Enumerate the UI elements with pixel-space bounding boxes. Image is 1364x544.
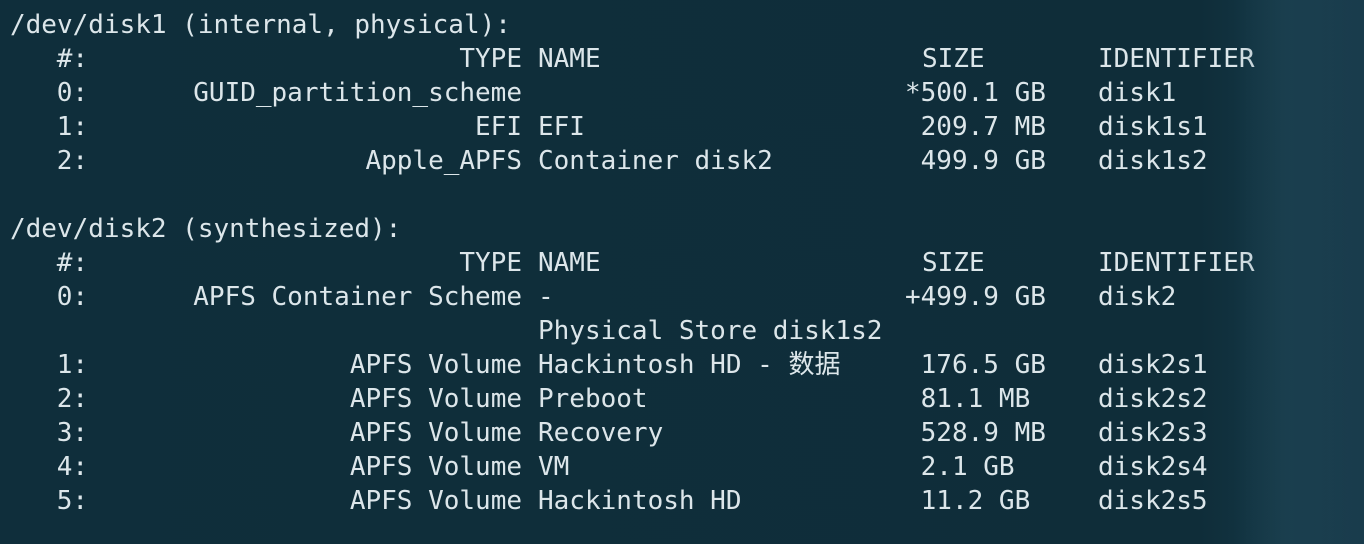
volume-row: 1: APFS Volume Hackintosh HD - 数据 176.5 … [0, 348, 1364, 382]
row-identifier: disk2s5 [1098, 486, 1208, 516]
row-identifier: disk2s4 [1098, 452, 1208, 482]
row-index: 5: [56, 486, 88, 516]
row-identifier: disk2s2 [1098, 384, 1208, 414]
partition-row: 1: EFI EFI 209.7 MB disk1s1 [0, 110, 1364, 144]
row-type: APFS Volume [349, 418, 522, 448]
column-type: TYPE [459, 248, 522, 278]
column-size: SIZE [922, 44, 985, 74]
disk1-header: /dev/disk1 (internal, physical): [10, 10, 511, 40]
column-size: SIZE [922, 248, 985, 278]
column-name: NAME [538, 44, 601, 74]
volume-row: 4: APFS Volume VM 2.1 GB disk2s4 [0, 450, 1364, 484]
row-size: +499.9 GB [905, 282, 1046, 312]
column-type: TYPE [459, 44, 522, 74]
row-index: 2: [56, 146, 88, 176]
row-index: 4: [56, 452, 88, 482]
row-name: Physical Store disk1s2 [538, 316, 883, 346]
row-size: *500.1 GB [905, 78, 1046, 108]
row-size: 81.1 MB [905, 384, 1031, 414]
row-name: Preboot [538, 384, 648, 414]
volume-row: 0: APFS Container Scheme - +499.9 GB dis… [0, 280, 1364, 314]
row-identifier: disk1 [1098, 78, 1177, 108]
row-size: 176.5 GB [905, 350, 1046, 380]
row-identifier: disk2 [1098, 282, 1177, 312]
row-index: 0: [56, 282, 88, 312]
disk1-column-header: #: TYPE NAME SIZE IDENTIFIER [0, 42, 1364, 76]
volume-row: 3: APFS Volume Recovery 528.9 MB disk2s3 [0, 416, 1364, 450]
row-name: Hackintosh HD [538, 486, 742, 516]
row-type: APFS Volume [349, 350, 522, 380]
row-identifier: disk1s1 [1098, 112, 1208, 142]
row-type: APFS Volume [349, 384, 522, 414]
row-type: APFS Volume [349, 452, 522, 482]
row-type: EFI [475, 112, 522, 142]
row-size: 11.2 GB [905, 486, 1031, 516]
row-size: 499.9 GB [905, 146, 1046, 176]
row-name: Recovery [538, 418, 664, 448]
row-name: EFI [538, 112, 585, 142]
disk2-column-header: #: TYPE NAME SIZE IDENTIFIER [0, 246, 1364, 280]
partition-row: 0: GUID_partition_scheme *500.1 GB disk1 [0, 76, 1364, 110]
row-identifier: disk2s1 [1098, 350, 1208, 380]
column-index: #: [56, 44, 88, 74]
row-index: 3: [56, 418, 88, 448]
row-index: 0: [56, 78, 88, 108]
row-size: 528.9 MB [905, 418, 1046, 448]
column-identifier: IDENTIFIER [1098, 248, 1255, 278]
row-index: 1: [56, 112, 88, 142]
partition-row: 2: Apple_APFS Container disk2 499.9 GB d… [0, 144, 1364, 178]
row-index: 1: [56, 350, 88, 380]
row-index: 2: [56, 384, 88, 414]
row-name: Hackintosh HD - 数据 [538, 350, 841, 380]
volume-row: Physical Store disk1s2 [0, 314, 1364, 348]
column-name: NAME [538, 248, 601, 278]
row-name: - [538, 282, 554, 312]
row-size: 2.1 GB [905, 452, 1015, 482]
disk2-header: /dev/disk2 (synthesized): [10, 214, 402, 244]
row-type: Apple_APFS [365, 146, 522, 176]
volume-row: 2: APFS Volume Preboot 81.1 MB disk2s2 [0, 382, 1364, 416]
row-name: VM [538, 452, 570, 482]
row-identifier: disk1s2 [1098, 146, 1208, 176]
row-type: GUID_partition_scheme [193, 78, 522, 108]
column-index: #: [56, 248, 88, 278]
row-identifier: disk2s3 [1098, 418, 1208, 448]
row-name: Container disk2 [538, 146, 773, 176]
row-type: APFS Container Scheme [193, 282, 522, 312]
volume-row: 5: APFS Volume Hackintosh HD 11.2 GB dis… [0, 484, 1364, 518]
terminal-window[interactable]: /dev/disk1 (internal, physical): #: TYPE… [0, 0, 1364, 544]
row-size: 209.7 MB [905, 112, 1046, 142]
row-type: APFS Volume [349, 486, 522, 516]
column-identifier: IDENTIFIER [1098, 44, 1255, 74]
